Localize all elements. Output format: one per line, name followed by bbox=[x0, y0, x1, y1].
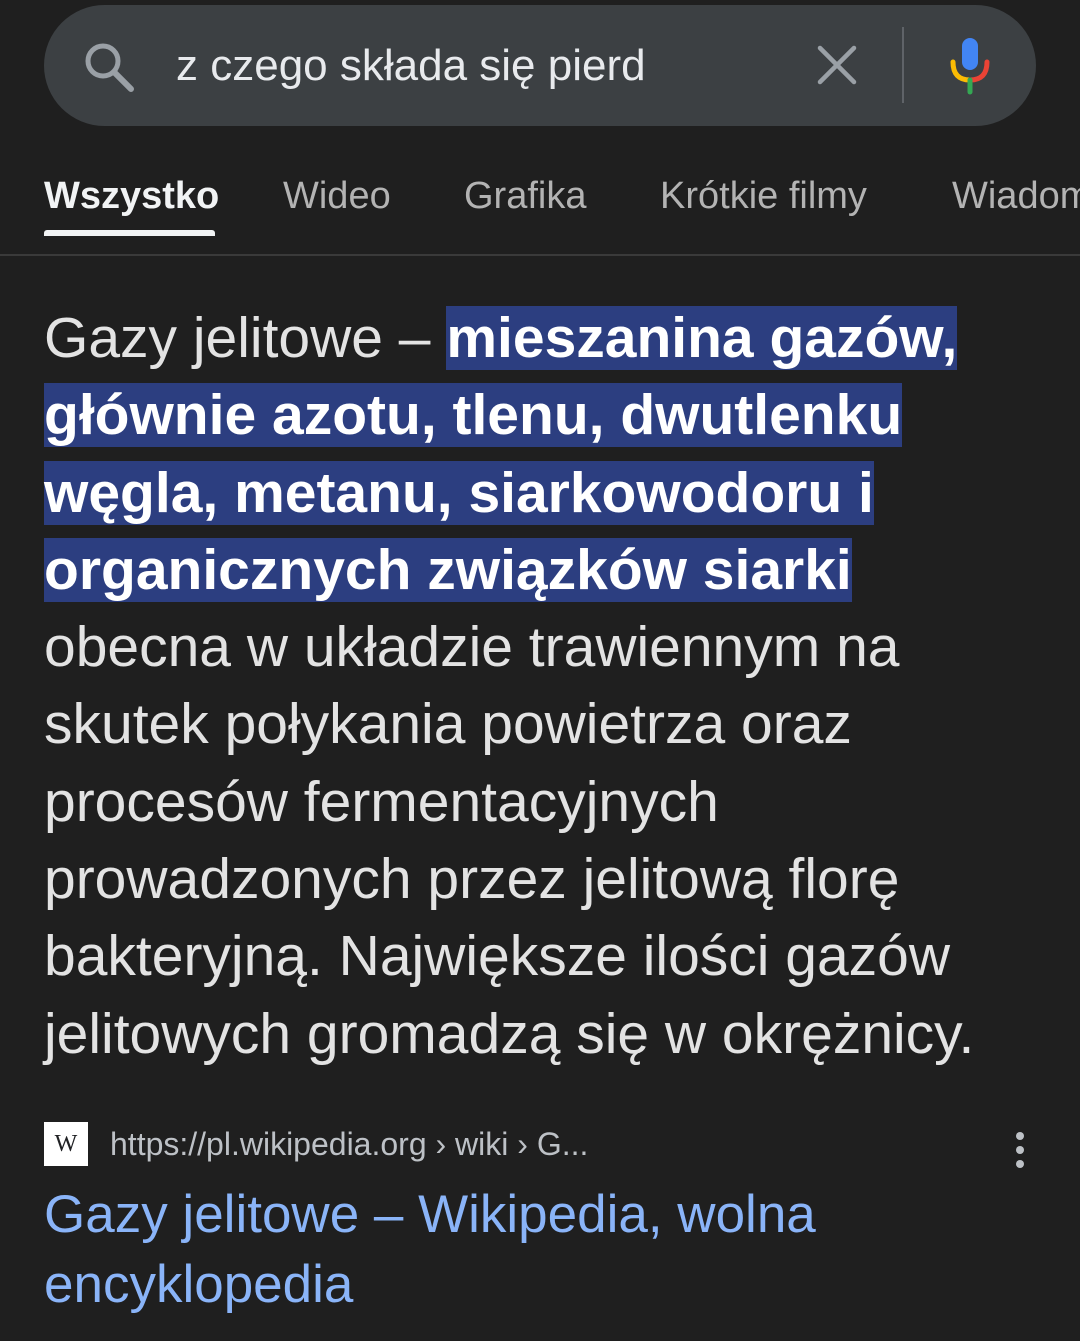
wikipedia-favicon-icon: W bbox=[44, 1122, 88, 1166]
close-icon[interactable] bbox=[812, 40, 862, 90]
search-input[interactable]: z czego składa się pierd bbox=[176, 38, 646, 94]
search-bar-divider bbox=[902, 27, 904, 103]
result-title-link[interactable]: Gazy jelitowe – Wikipedia, wolna encyklo… bbox=[44, 1180, 1034, 1320]
featured-snippet: Gazy jelitowe – mieszanina gazów, główni… bbox=[44, 300, 1034, 1073]
snippet-text-before: Gazy jelitowe – bbox=[44, 306, 447, 370]
search-tabs: Wszystko Wideo Grafika Krótkie filmy Wia… bbox=[0, 150, 1080, 256]
tab-short-videos[interactable]: Krótkie filmy bbox=[660, 172, 867, 220]
active-tab-indicator bbox=[44, 230, 215, 236]
search-icon[interactable] bbox=[82, 40, 136, 94]
microphone-icon[interactable] bbox=[944, 34, 996, 98]
tab-video[interactable]: Wideo bbox=[283, 172, 391, 220]
result-url[interactable]: https://pl.wikipedia.org › wiki › G... bbox=[110, 1122, 588, 1166]
more-options-icon[interactable] bbox=[1008, 1130, 1032, 1170]
snippet-text-after: obecna w układzie trawiennym na skutek p… bbox=[44, 615, 975, 1066]
tab-news[interactable]: Wiadomości bbox=[952, 172, 1080, 220]
tab-all[interactable]: Wszystko bbox=[44, 172, 219, 220]
tab-images[interactable]: Grafika bbox=[464, 172, 586, 220]
result-source[interactable]: W https://pl.wikipedia.org › wiki › G... bbox=[44, 1122, 1044, 1166]
